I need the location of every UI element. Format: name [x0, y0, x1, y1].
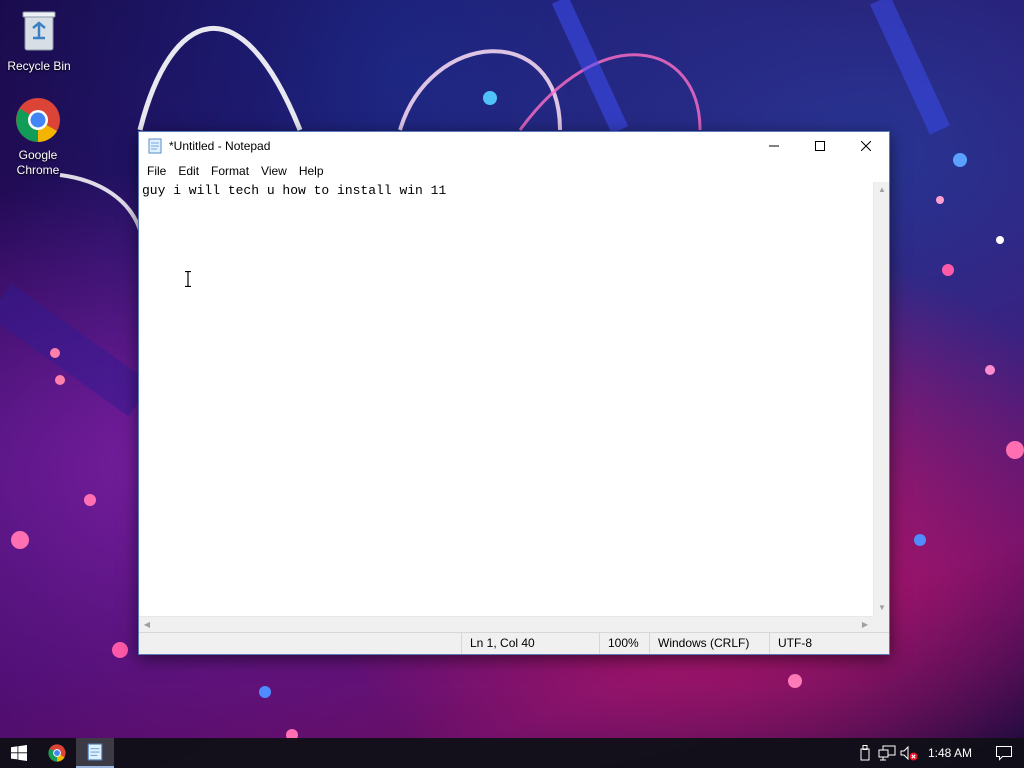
scroll-up-icon[interactable]: ▲ [874, 182, 890, 198]
editor-content[interactable]: guy i will tech u how to install win 11 [139, 182, 873, 199]
menu-view[interactable]: View [255, 161, 293, 181]
action-center-button[interactable] [984, 738, 1024, 768]
vertical-scrollbar[interactable]: ▲ ▼ [873, 182, 889, 616]
status-zoom: 100% [599, 633, 649, 654]
notepad-window[interactable]: *Untitled - Notepad File Edit Format Vie… [138, 131, 890, 655]
desktop-icon-chrome[interactable]: Google Chrome [0, 97, 76, 178]
close-icon [861, 141, 871, 151]
minimize-button[interactable] [751, 132, 797, 160]
tray-usb-button[interactable] [854, 738, 876, 768]
status-bar: Ln 1, Col 40 100% Windows (CRLF) UTF-8 [139, 632, 889, 654]
status-line-ending: Windows (CRLF) [649, 633, 769, 654]
maximize-icon [815, 141, 825, 151]
horizontal-scrollbar[interactable]: ◀ ▶ [139, 616, 873, 632]
menu-file[interactable]: File [141, 161, 172, 181]
usb-icon [860, 745, 870, 761]
text-cursor-icon [185, 271, 191, 287]
menu-edit[interactable]: Edit [172, 161, 205, 181]
status-encoding: UTF-8 [769, 633, 889, 654]
chrome-icon [16, 98, 60, 142]
notification-icon [996, 746, 1012, 761]
notepad-icon [87, 743, 103, 761]
desktop-icon-label: Recycle Bin [7, 59, 71, 73]
taskbar-chrome-button[interactable] [38, 738, 76, 768]
window-title: *Untitled - Notepad [169, 139, 271, 153]
minimize-icon [769, 145, 779, 147]
text-editor[interactable]: guy i will tech u how to install win 11 [139, 182, 873, 616]
title-bar[interactable]: *Untitled - Notepad [139, 132, 889, 160]
recycle-bin-icon [22, 11, 56, 51]
taskbar: 1:48 AM [0, 738, 1024, 768]
maximize-button[interactable] [797, 132, 843, 160]
network-icon [878, 745, 896, 761]
scroll-right-icon[interactable]: ▶ [857, 617, 873, 633]
notepad-icon [148, 138, 162, 154]
close-button[interactable] [843, 132, 889, 160]
desktop-icon-label: Google Chrome [16, 148, 60, 177]
start-icon [11, 745, 27, 761]
menu-bar: File Edit Format View Help [139, 160, 889, 182]
menu-help[interactable]: Help [293, 161, 330, 181]
scrollbar-corner [873, 616, 889, 632]
system-tray: 1:48 AM [854, 738, 1024, 768]
scroll-left-icon[interactable]: ◀ [139, 617, 155, 633]
tray-network-button[interactable] [876, 738, 898, 768]
desktop-icon-recycle-bin[interactable]: Recycle Bin [1, 8, 77, 74]
status-position: Ln 1, Col 40 [461, 633, 601, 654]
menu-format[interactable]: Format [205, 161, 255, 181]
chrome-icon [48, 744, 66, 762]
clock[interactable]: 1:48 AM [920, 746, 984, 760]
tray-volume-button[interactable] [898, 738, 920, 768]
start-button[interactable] [0, 738, 38, 768]
taskbar-notepad-button[interactable] [76, 738, 114, 768]
volume-muted-icon [900, 745, 918, 761]
scroll-down-icon[interactable]: ▼ [874, 600, 890, 616]
